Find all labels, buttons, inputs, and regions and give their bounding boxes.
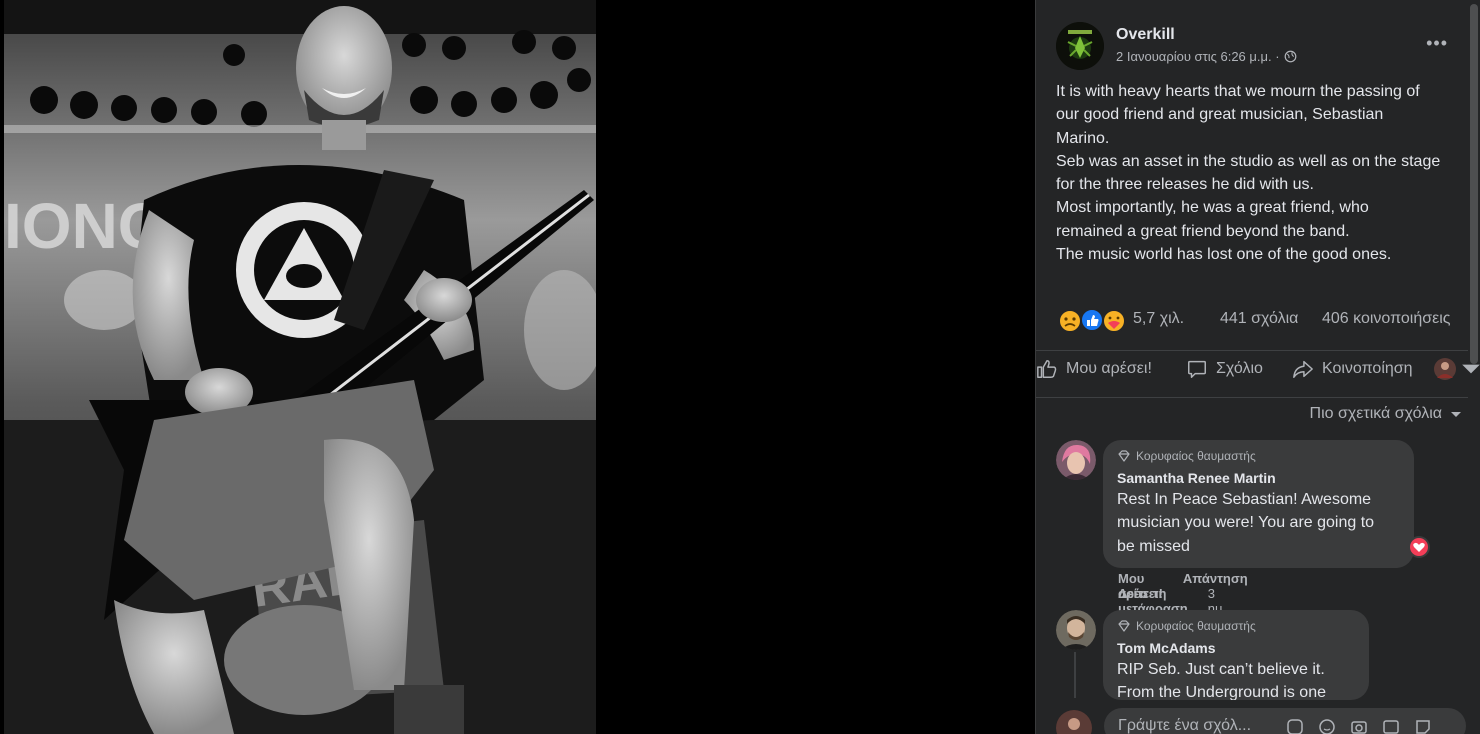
reaction-icons[interactable] <box>1058 307 1130 333</box>
user-avatar-icon <box>1056 710 1092 734</box>
top-fan-badge: Κορυφαίος θαυμαστής <box>1117 448 1400 464</box>
share-label: Κοινοποίηση <box>1322 360 1413 377</box>
user-avatar-icon <box>1434 358 1456 380</box>
concert-photo[interactable]: IONG RALL <box>4 0 596 734</box>
sticker-icon[interactable] <box>1286 718 1304 734</box>
comment-bubble: Κορυφαίος θαυμαστής Samantha Renee Marti… <box>1103 440 1414 568</box>
more-options-button[interactable]: ••• <box>1426 34 1448 52</box>
comment-text-line: Rest In Peace Sebastian! Awesome <box>1117 491 1372 508</box>
post-meta: 2 Ιανουαρίου στις 6:26 μ.μ. · <box>1116 49 1297 64</box>
post-text-line: It is with heavy hearts that we mourn th… <box>1056 83 1420 100</box>
post-text-line: Marino. <box>1056 129 1110 147</box>
post-text-line: for the three releases he did with us. <box>1056 176 1314 194</box>
comment-author[interactable]: Tom McAdams <box>1117 640 1355 656</box>
post-text-line: our good friend and great musician, Seba… <box>1056 106 1384 124</box>
post-text-line: The music world has lost one of the good… <box>1056 246 1392 264</box>
comment-icon <box>1188 360 1206 378</box>
avatar[interactable] <box>1056 710 1092 734</box>
care-icon <box>1102 309 1126 333</box>
composer-tools <box>1286 718 1432 734</box>
comment-text-line: RIP Seb. Just can’t believe it. <box>1117 661 1325 678</box>
guitarist-photo-image: IONG RALL <box>4 0 596 734</box>
page-name[interactable]: Overkill <box>1116 26 1175 44</box>
share-as-selector[interactable] <box>1434 358 1480 380</box>
caret-down-icon <box>1462 364 1480 374</box>
samantha-avatar-image <box>1056 440 1096 480</box>
post-text-line: Seb was an asset in the studio as well a… <box>1056 152 1441 170</box>
love-icon <box>1410 538 1428 556</box>
thumbs-up-icon <box>1037 360 1057 378</box>
comment-text: RIP Seb. Just can’t believe it. From the… <box>1117 658 1355 700</box>
reactions-bar: 5,7 χιλ. 441 σχόλια 406 κοινοποιήσεις <box>1056 306 1471 334</box>
comment-composer <box>1056 708 1480 734</box>
tom-avatar-image <box>1056 610 1096 650</box>
comments-count[interactable]: 441 σχόλια <box>1220 310 1298 328</box>
diamond-icon <box>1118 620 1130 632</box>
badge-label: Κορυφαίος θαυμαστής <box>1136 619 1256 633</box>
badge-label: Κορυφαίος θαυμαστής <box>1136 449 1256 463</box>
comment-label: Σχόλιο <box>1216 360 1263 377</box>
camera-icon[interactable] <box>1350 718 1368 734</box>
share-icon <box>1293 360 1313 378</box>
comment-text-line: musician you were! You are going to <box>1117 514 1375 532</box>
sticker-pack-icon[interactable] <box>1414 718 1432 734</box>
emoji-icon[interactable] <box>1318 718 1336 734</box>
like-icon <box>1080 308 1104 332</box>
comment-sort-dropdown[interactable]: Πιο σχετικά σχόλια <box>1310 405 1462 423</box>
comment-text-line: From the Underground is one <box>1117 684 1326 700</box>
facebook-photo-viewer: IONG RALL Overkill 2 Ιανουαρίου στις 6:2… <box>0 0 1480 734</box>
photo-stage[interactable]: IONG RALL <box>0 0 1035 734</box>
comment-button[interactable]: Σχόλιο <box>1186 358 1263 380</box>
diamond-icon <box>1118 450 1130 462</box>
sort-label: Πιο σχετικά σχόλια <box>1309 405 1442 422</box>
post-header: Overkill 2 Ιανουαρίου στις 6:26 μ.μ. · •… <box>1056 22 1456 72</box>
post-text-line: remained a great friend beyond the band. <box>1056 222 1350 240</box>
comment-bubble: Κορυφαίος θαυμαστής Tom McAdams RIP Seb.… <box>1103 610 1369 700</box>
comment-text: Rest In Peace Sebastian! Awesome musicia… <box>1117 488 1400 558</box>
top-fan-badge: Κορυφαίος θαυμαστής <box>1117 618 1355 634</box>
shares-count[interactable]: 406 κοινοποιήσεις <box>1322 310 1451 328</box>
like-button[interactable]: Μου αρέσει! <box>1036 358 1152 380</box>
reactions-count[interactable]: 5,7 χιλ. <box>1133 310 1184 328</box>
divider <box>1036 350 1468 351</box>
like-label: Μου αρέσει! <box>1066 360 1152 377</box>
comment-author[interactable]: Samantha Renee Martin <box>1117 470 1400 486</box>
love-reaction-badge[interactable] <box>1408 536 1430 558</box>
post-text: It is with heavy hearts that we mourn th… <box>1056 80 1476 266</box>
gif-icon[interactable] <box>1382 718 1400 734</box>
divider <box>1036 397 1468 398</box>
post-text-line: Most importantly, he was a great friend,… <box>1056 199 1369 217</box>
sad-icon <box>1058 309 1082 333</box>
reply-thread-line <box>1074 652 1076 698</box>
post-panel: Overkill 2 Ιανουαρίου στις 6:26 μ.μ. · •… <box>1035 0 1480 734</box>
avatar[interactable] <box>1056 610 1096 650</box>
globe-icon <box>1284 50 1296 63</box>
post-date[interactable]: 2 Ιανουαρίου στις 6:26 μ.μ. · <box>1116 49 1280 64</box>
comment-text-line: be missed <box>1117 537 1190 555</box>
avatar[interactable] <box>1056 440 1096 480</box>
overkill-logo-icon <box>1056 22 1104 70</box>
post-actions: Μου αρέσει! Σχόλιο Κοινοποίηση <box>1036 356 1480 390</box>
share-button[interactable]: Κοινοποίηση <box>1292 358 1413 380</box>
page-avatar[interactable] <box>1056 22 1104 70</box>
caret-down-icon <box>1451 412 1461 417</box>
